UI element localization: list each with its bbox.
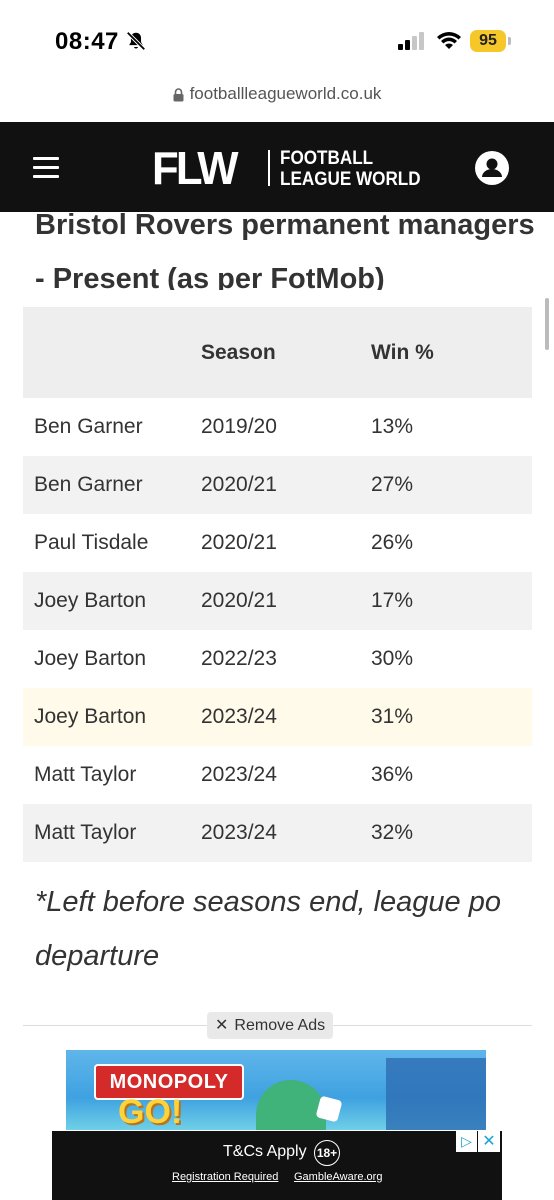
bell-muted-icon: [126, 31, 146, 51]
adchoices-icon[interactable]: ▷: [456, 1131, 477, 1152]
season-cell: 2023/24: [201, 763, 277, 786]
table-body: Ben Garner 2019/20 13% Ben Garner 2020/2…: [23, 398, 532, 862]
footnote: *Left before seasons end, league po depa…: [35, 875, 554, 983]
manager-cell: Joey Barton: [34, 705, 147, 728]
site-logo-mark[interactable]: FLW: [152, 144, 239, 192]
win-cell: 26%: [371, 531, 414, 554]
tc-label: T&Cs Apply: [223, 1143, 307, 1160]
manager-cell: Joey Barton: [34, 589, 147, 612]
heading-line-2-suffix: ): [375, 263, 385, 290]
manager-cell: Matt Taylor: [34, 763, 137, 786]
battery-indicator: 95: [470, 30, 506, 52]
column-header-win: Win %: [371, 340, 434, 364]
account-icon[interactable]: [474, 150, 510, 186]
season-cell: 2022/23: [201, 647, 277, 670]
footnote-line-1: *Left before seasons end, league po: [35, 886, 501, 918]
table-row: Ben Garner 2019/20 13%: [23, 398, 532, 456]
article-heading: Bristol Rovers permanent managers - Pres…: [35, 200, 554, 290]
fotmob-link[interactable]: FotMob: [270, 263, 375, 290]
site-logo-text[interactable]: FOOTBALL LEAGUE WORLD: [280, 148, 421, 190]
table-row: Matt Taylor 2023/24 36%: [23, 746, 532, 804]
status-time: 08:47: [55, 28, 119, 55]
season-cell: 2023/24: [201, 705, 277, 728]
heading-line-2-prefix: - Present (as per: [35, 263, 271, 290]
site-header: FLW FOOTBALL LEAGUE WORLD: [0, 122, 554, 212]
managers-table: Season Win % Ben Garner 2019/20 13% Ben …: [23, 307, 532, 862]
manager-cell: Ben Garner: [34, 473, 143, 496]
footnote-line-2: departure: [35, 940, 160, 972]
season-cell: 2023/24: [201, 821, 277, 844]
win-cell: 17%: [371, 589, 414, 612]
column-header-manager: [23, 307, 201, 398]
managers-table-container: Season Win % Ben Garner 2019/20 13% Ben …: [23, 307, 532, 862]
table-row: Ben Garner 2020/21 27%: [23, 456, 532, 514]
advertisement[interactable]: MONOPOLY GO!: [66, 1050, 486, 1130]
close-icon: ✕: [215, 1017, 229, 1034]
heading-line-2: - Present (as per FotMob): [35, 263, 385, 290]
season-cell: 2019/20: [201, 415, 277, 438]
table-row: Joey Barton 2020/21 17%: [23, 572, 532, 630]
ad-title-bottom: GO!: [118, 1093, 183, 1130]
table-row: Paul Tisdale 2020/21 26%: [23, 514, 532, 572]
logo-line-1: FOOTBALL: [280, 148, 374, 169]
gambleaware-link[interactable]: GambleAware.org: [294, 1171, 382, 1183]
win-cell: 13%: [371, 415, 414, 438]
url-text: footballleagueworld.co.uk: [189, 84, 382, 103]
column-header-season: Season: [201, 340, 276, 364]
win-cell: 32%: [371, 821, 414, 844]
ad-building-graphic: [386, 1058, 486, 1130]
win-cell: 31%: [371, 705, 414, 728]
season-cell: 2020/21: [201, 473, 277, 496]
ad-banner[interactable]: T&Cs Apply 18+ Registration Required Gam…: [52, 1131, 502, 1200]
cellular-signal-icon: [398, 32, 424, 50]
manager-cell: Paul Tisdale: [34, 531, 149, 554]
manager-cell: Matt Taylor: [34, 821, 137, 844]
registration-link[interactable]: Registration Required: [172, 1171, 278, 1183]
battery-nub: [508, 37, 511, 45]
address-bar[interactable]: footballleagueworld.co.uk: [0, 84, 554, 104]
status-bar: 08:47 95 footballleagueworld.co.uk: [0, 0, 554, 103]
ad-character-graphic: [256, 1080, 326, 1130]
season-cell: 2020/21: [201, 589, 277, 612]
table-row: Joey Barton 2022/23 30%: [23, 630, 532, 688]
table-header: Season Win %: [23, 307, 532, 398]
hamburger-menu-icon[interactable]: [33, 157, 59, 179]
manager-cell: Joey Barton: [34, 647, 147, 670]
remove-ads-button[interactable]: ✕ Remove Ads: [207, 1012, 334, 1039]
manager-cell: Ben Garner: [34, 415, 143, 438]
table-row: Matt Taylor 2023/24 32%: [23, 804, 532, 862]
win-cell: 36%: [371, 763, 414, 786]
wifi-icon: [437, 32, 461, 49]
table-row-highlighted: Joey Barton 2023/24 31%: [23, 688, 532, 746]
ad-close-icon[interactable]: ✕: [478, 1131, 500, 1152]
win-cell: 27%: [371, 473, 414, 496]
logo-line-2: LEAGUE WORLD: [280, 169, 421, 190]
heading-line-1: Bristol Rovers permanent managers: [35, 209, 535, 241]
remove-ads-label: Remove Ads: [234, 1017, 326, 1034]
page-scrollbar[interactable]: [545, 298, 549, 350]
logo-divider: [268, 150, 270, 186]
age-badge: 18+: [314, 1140, 340, 1166]
lock-icon: [173, 87, 184, 102]
win-cell: 30%: [371, 647, 414, 670]
season-cell: 2020/21: [201, 531, 277, 554]
